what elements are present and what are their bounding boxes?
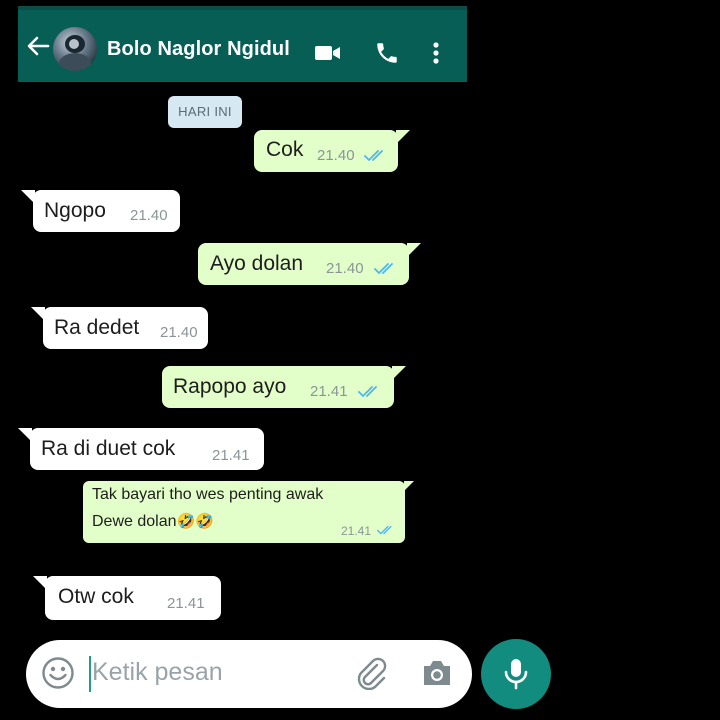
message-text-line-2-text: Dewe dolan	[92, 513, 177, 530]
bubble-tail	[404, 481, 414, 491]
emoji-icon[interactable]	[41, 656, 75, 690]
microphone-icon	[504, 659, 528, 690]
back-arrow-icon[interactable]	[26, 36, 50, 56]
paperclip-icon[interactable]	[354, 656, 388, 690]
text-caret	[89, 656, 91, 692]
message-time: 21.40	[160, 324, 198, 341]
message-bubble-outgoing[interactable]: Ayo dolan 21.40	[198, 243, 421, 285]
bubble-tail	[396, 130, 410, 144]
camera-icon[interactable]	[421, 658, 453, 688]
chat-header: Bolo Naglor Ngidul	[18, 6, 467, 82]
message-input[interactable]: Ketik pesan	[92, 658, 223, 687]
message-text-line-1: Tak bayari tho wes penting awak	[92, 486, 324, 503]
bubble-tail	[18, 428, 32, 442]
voice-call-icon[interactable]	[374, 40, 400, 66]
message-bubble-incoming[interactable]: Ra di duet cok 21.41	[18, 428, 264, 470]
message-time: 21.41	[212, 447, 250, 464]
message-time: 21.41	[310, 383, 348, 400]
bubble-tail	[31, 307, 45, 321]
more-options-icon[interactable]	[431, 40, 441, 66]
message-time: 21.41	[167, 595, 205, 612]
message-text: Ayo dolan	[210, 252, 304, 275]
message-text: Cok	[266, 138, 304, 161]
message-time: 21.41	[341, 524, 372, 538]
bubble-tail	[21, 190, 35, 204]
date-separator: HARI INI	[168, 96, 242, 128]
read-receipt-icon	[377, 525, 392, 535]
laughing-emoji: 🤣🤣	[176, 513, 214, 530]
read-receipt-icon	[374, 263, 393, 274]
message-bubble-outgoing[interactable]: Tak bayari tho wes penting awak Dewe dol…	[83, 481, 414, 543]
message-text-line-2: Dewe dolan🤣🤣	[92, 512, 214, 531]
bubble-tail	[407, 243, 421, 257]
message-text: Ngopo	[44, 199, 106, 222]
message-time: 21.40	[130, 207, 168, 224]
message-time: 21.40	[317, 147, 355, 164]
message-bubble-incoming[interactable]: Ra dedet 21.40	[31, 307, 208, 349]
read-receipt-icon	[364, 150, 383, 161]
message-text: Otw cok	[58, 585, 134, 608]
message-bubble-outgoing[interactable]: Rapopo ayo 21.41	[162, 366, 406, 408]
bubble-tail	[33, 576, 47, 590]
message-text: Rapopo ayo	[173, 375, 287, 398]
voice-record-button[interactable]	[481, 639, 551, 709]
message-time: 21.40	[326, 260, 364, 277]
message-text: Ra di duet cok	[41, 437, 176, 460]
video-call-icon[interactable]	[314, 44, 342, 62]
contact-name[interactable]: Bolo Naglor Ngidul	[107, 38, 290, 61]
bubble-tail	[392, 366, 406, 380]
message-text: Ra dedet	[54, 316, 140, 339]
message-bubble-incoming[interactable]: Otw cok 21.41	[33, 576, 221, 620]
message-bubble-outgoing[interactable]: Cok 21.40	[254, 130, 410, 172]
contact-avatar[interactable]	[53, 27, 97, 71]
read-receipt-icon	[358, 386, 377, 397]
message-bubble-incoming[interactable]: Ngopo 21.40	[21, 190, 180, 232]
